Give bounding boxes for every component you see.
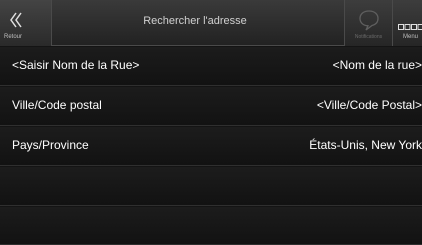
- top-bar: Retour Rechercher l'adresse Notification…: [0, 0, 422, 46]
- back-label: Retour: [4, 34, 23, 40]
- notifications-button[interactable]: Notifications: [344, 0, 392, 46]
- city-postal-row[interactable]: Ville/Code postal <Ville/Code Postal>: [0, 87, 422, 126]
- country-province-value: États-Unis, New York: [309, 138, 422, 152]
- street-name-value: <Nom de la rue>: [332, 58, 422, 72]
- street-name-label: <Saisir Nom de la Rue>: [12, 58, 140, 72]
- street-name-row[interactable]: <Saisir Nom de la Rue> <Nom de la rue>: [0, 47, 422, 86]
- back-button[interactable]: Retour: [0, 0, 52, 46]
- city-postal-value: <Ville/Code Postal>: [316, 98, 422, 112]
- country-province-row[interactable]: Pays/Province États-Unis, New York: [0, 127, 422, 166]
- speech-bubble-icon: [358, 9, 380, 36]
- page-title: Rechercher l'adresse: [143, 15, 247, 27]
- country-province-label: Pays/Province: [12, 138, 89, 152]
- empty-row: [0, 207, 422, 245]
- city-postal-label: Ville/Code postal: [12, 98, 102, 112]
- menu-label: Menu: [403, 34, 419, 40]
- notifications-label: Notifications: [354, 34, 383, 40]
- double-chevron-left-icon: [9, 11, 23, 34]
- menu-button[interactable]: Menu: [392, 0, 422, 46]
- empty-row: [0, 167, 422, 206]
